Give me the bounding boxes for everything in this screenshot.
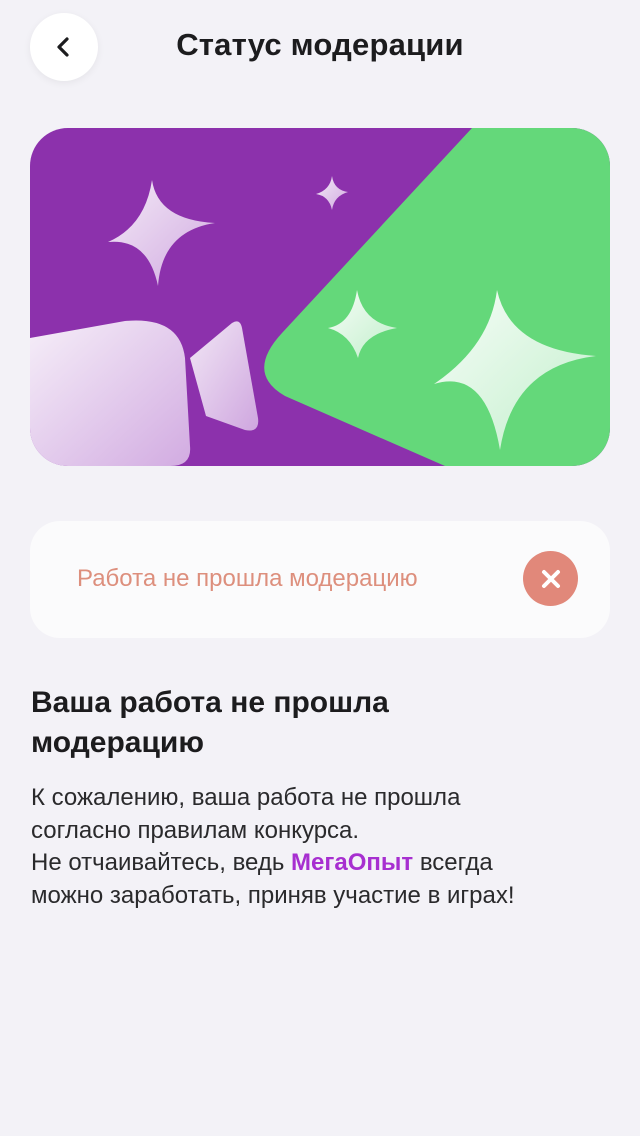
brand-name: МегаОпыт (291, 849, 414, 876)
cube-shape (30, 320, 191, 466)
description-line: К сожалению, ваша работа не прошла (31, 784, 461, 811)
page-title: Статус модерации (176, 27, 464, 62)
description-line: всегда (413, 849, 493, 876)
close-circle-icon (523, 551, 578, 606)
description-line: согласно правилам конкурса. (31, 816, 360, 844)
result-heading: Ваша работа не прошла модерацию (31, 686, 389, 759)
header: Статус модерации (0, 0, 640, 96)
moderation-status-text: Работа не прошла модерацию (77, 565, 418, 592)
description-line: можно заработать, приняв участие в играх… (31, 881, 515, 909)
banner-illustration (30, 128, 610, 466)
moderation-status-card: Работа не прошла модерацию (30, 521, 610, 638)
description-line: Не отчаивайтесь, ведь (31, 849, 292, 876)
result-description: К сожалению, ваша работа не прошла согла… (31, 782, 621, 912)
